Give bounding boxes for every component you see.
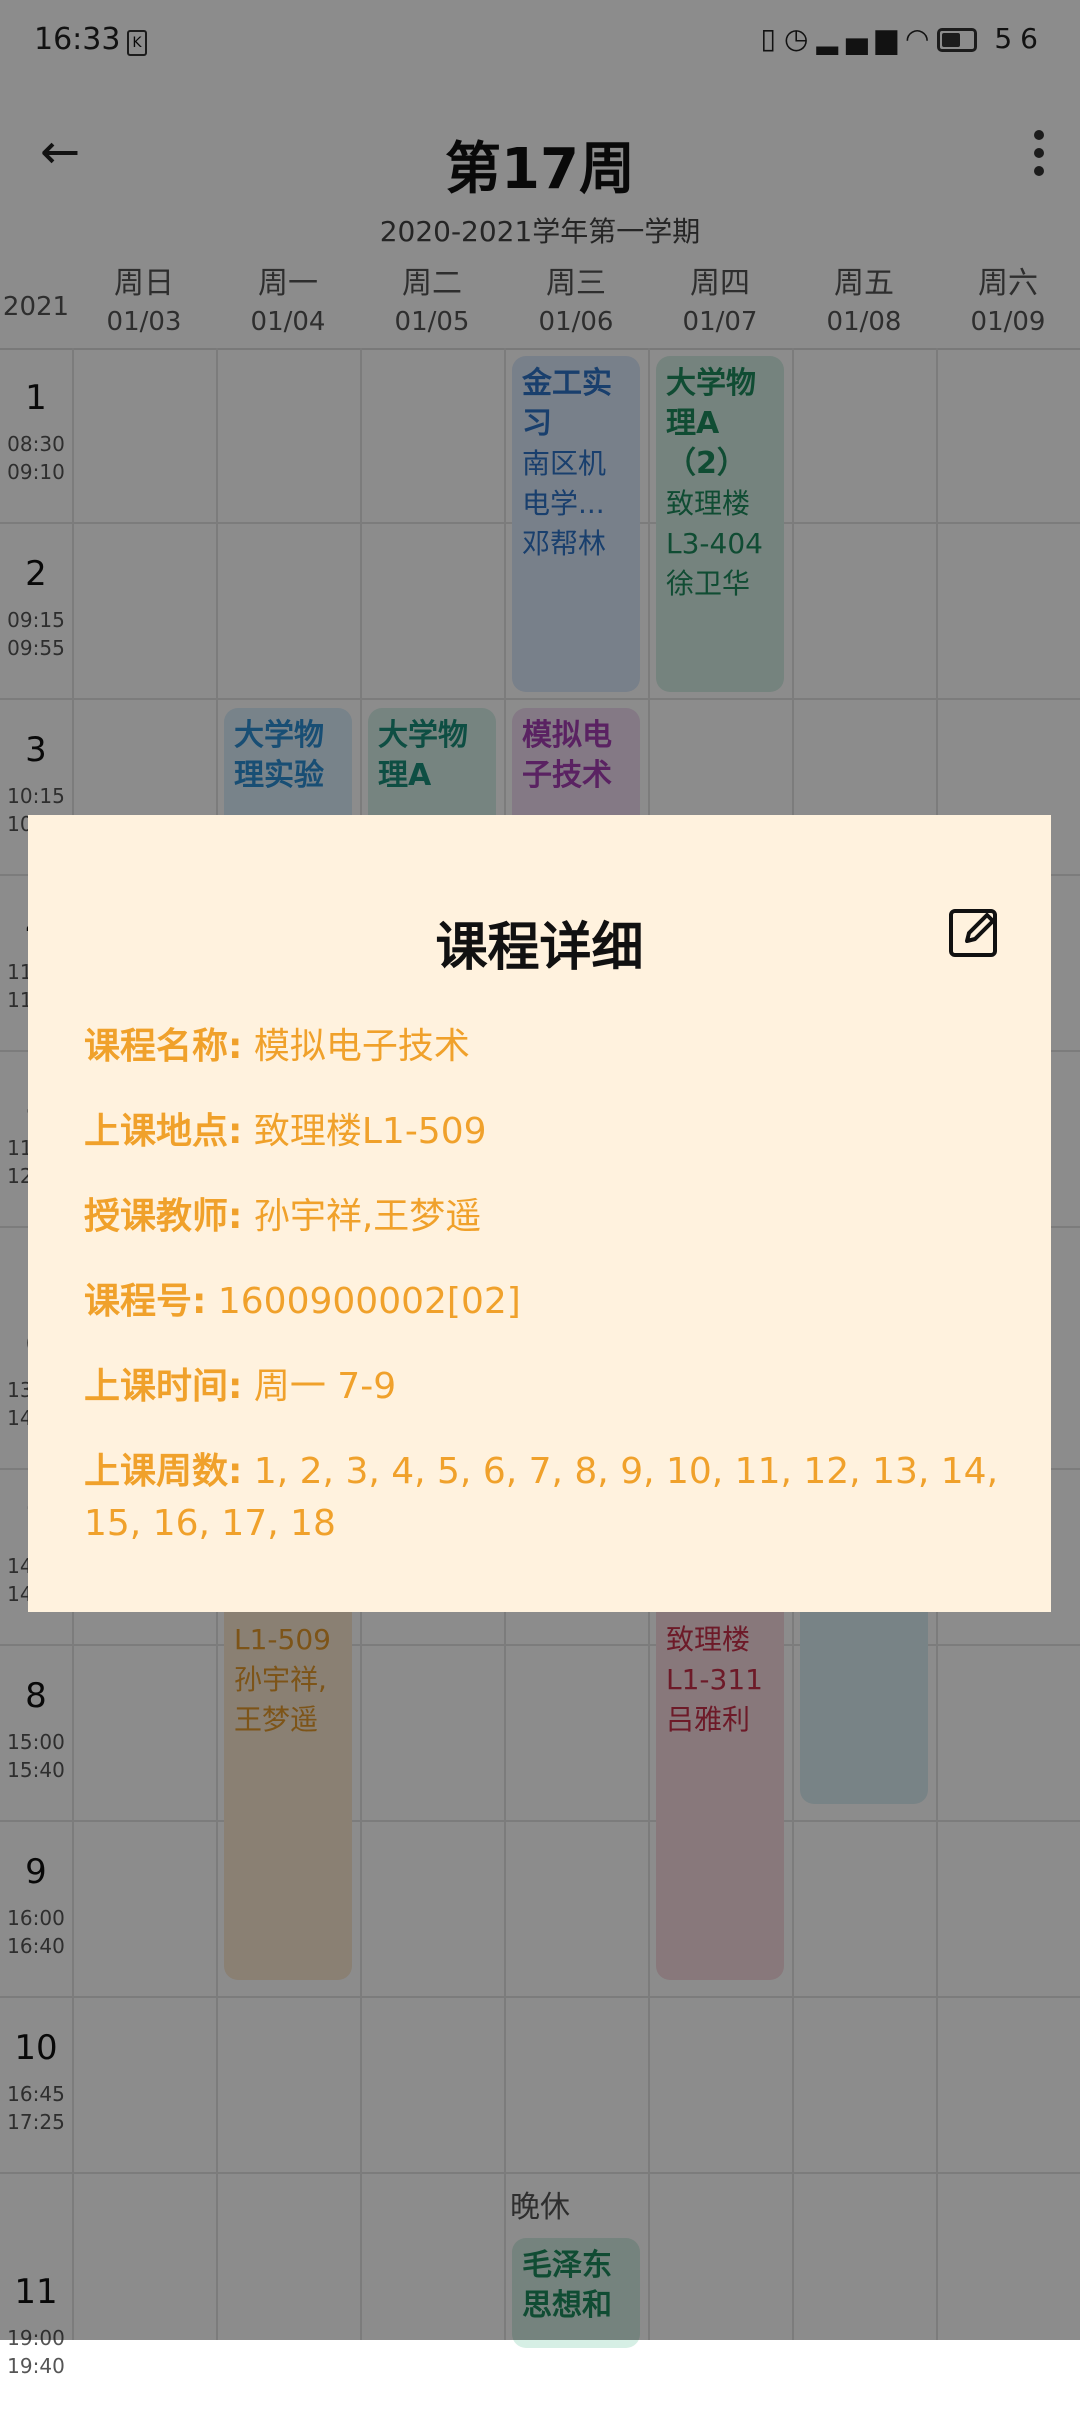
detail-row-weeks: 上课周数: 1, 2, 3, 4, 5, 6, 7, 8, 9, 10, 11,… (84, 1451, 999, 1544)
detail-row-teacher: 授课教师: 孙宇祥,王梦遥 (84, 1196, 482, 1237)
detail-row-course-id: 课程号: 1600900002[02] (84, 1281, 521, 1322)
edit-icon[interactable] (947, 905, 1001, 959)
detail-row-course-name: 课程名称: 模拟电子技术 (84, 1026, 470, 1067)
detail-row-location: 上课地点: 致理楼L1-509 (84, 1111, 487, 1152)
course-detail-dialog: 课程详细 课程名称: 模拟电子技术 上课地点: 致理楼L1-509 授课教师: … (28, 815, 1051, 1612)
detail-row-time: 上课时间: 周一 7-9 (84, 1366, 397, 1407)
dialog-title: 课程详细 (435, 918, 644, 978)
